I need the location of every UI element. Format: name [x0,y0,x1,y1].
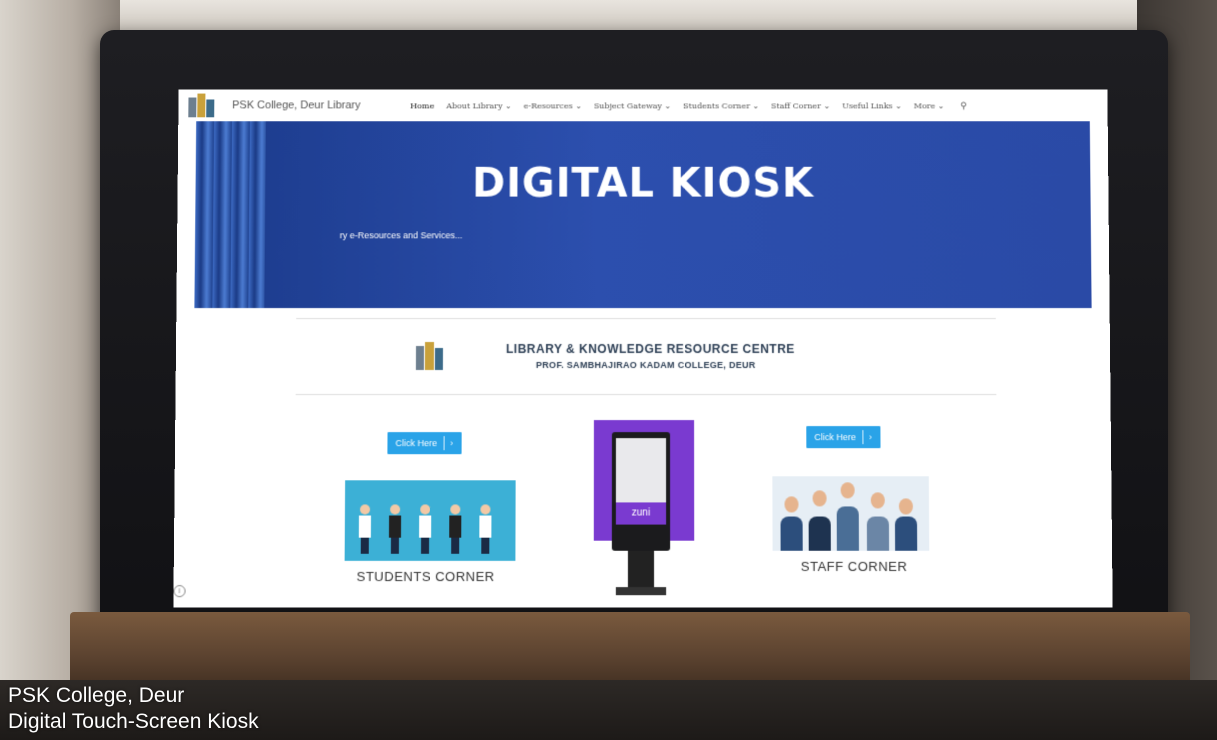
kiosk-base [615,587,667,596]
resource-centre-title: LIBRARY & KNOWLEDGE RESOURCE CENTRE [505,342,795,356]
staff-click-here-button[interactable]: Click Here › [806,426,881,449]
nav-item-useful-links[interactable]: Useful Links ⌄ [842,101,902,110]
curtain-decoration [194,121,266,309]
staff-corner-caption: STAFF CORNER [800,558,908,574]
hero-banner: DIGITAL KIOSK ry e-Resources and Service… [194,121,1092,309]
banner-title: DIGITAL KIOSK [471,160,814,207]
library-logo-icon[interactable] [188,93,222,118]
nav-item-home[interactable]: Home [410,101,434,110]
chevron-right-icon: › [868,432,872,443]
resource-centre-subtitle: PROF. SAMBHAJIRAO KADAM COLLEGE, DEUR [535,359,756,370]
staff-illustration[interactable] [772,476,930,551]
students-illustration[interactable] [344,480,516,561]
nav-item-staff-corner[interactable]: Staff Corner ⌄ [771,101,830,110]
button-label: Click Here [814,432,856,443]
nav-item-students-corner[interactable]: Students Corner ⌄ [683,101,759,110]
site-navbar: PSK College, Deur Library Home About Lib… [178,89,1108,122]
nav-menu: Home About Library ⌄ e-Resources ⌄ Subje… [410,100,967,111]
button-label: Click Here [395,438,438,449]
students-corner-caption: STUDENTS CORNER [356,568,495,585]
nav-item-subject-gateway[interactable]: Subject Gateway ⌄ [594,101,671,110]
info-icon[interactable]: i [173,585,186,598]
kiosk-stand [627,550,655,592]
kiosk-brand: zuni [615,502,667,525]
nav-item-about-library[interactable]: About Library ⌄ [446,101,511,110]
divider [295,394,997,396]
banner-subtitle: ry e-Resources and Services... [339,230,463,241]
students-click-here-button[interactable]: Click Here › [387,432,462,455]
resource-centre-logo-icon [415,340,444,370]
nav-item-e-resources[interactable]: e-Resources ⌄ [524,101,582,110]
kiosk-device-image: zuni [611,432,671,551]
search-icon[interactable]: ⚲ [960,100,967,111]
nav-item-more[interactable]: More ⌄ [914,101,945,110]
overlay-caption-line2: Digital Touch-Screen Kiosk [8,710,259,733]
kiosk-screen: PSK College, Deur Library Home About Lib… [173,89,1113,608]
site-title[interactable]: PSK College, Deur Library [232,99,360,111]
chevron-right-icon: › [450,438,454,449]
overlay-caption-line1: PSK College, Deur [8,684,185,707]
divider [296,318,996,320]
